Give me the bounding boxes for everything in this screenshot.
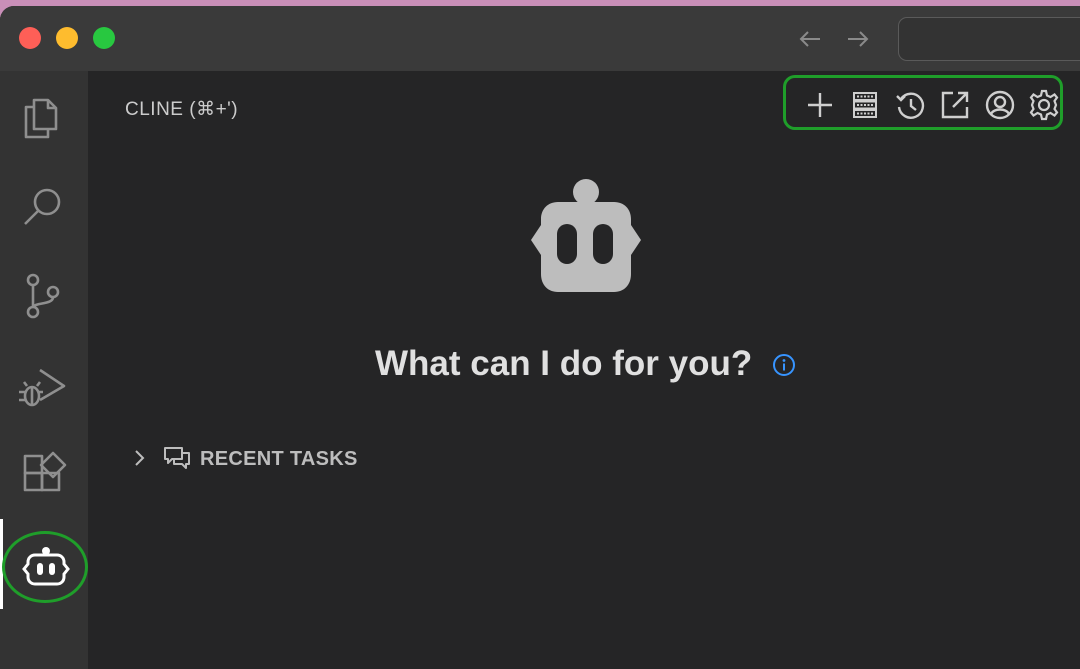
mcp-servers-button[interactable]: [848, 88, 882, 122]
gear-icon: [1029, 89, 1059, 121]
title-bar: [0, 6, 1080, 72]
welcome-headline: What can I do for you?: [375, 344, 753, 383]
plus-icon: [808, 93, 832, 117]
history-icon: [896, 92, 925, 119]
panel-toolbar: [783, 75, 1063, 130]
cline-panel: CLINE (⌘+') What can I do for you? RECEN…: [88, 71, 1080, 669]
new-task-button[interactable]: [803, 88, 837, 122]
forward-arrow-icon[interactable]: [843, 24, 873, 54]
back-arrow-icon[interactable]: [795, 24, 825, 54]
recent-tasks-label: RECENT TASKS: [200, 448, 358, 470]
account-icon: [985, 90, 1015, 120]
cline-activity-item[interactable]: [2, 531, 91, 611]
comment-discussion-icon: [164, 447, 190, 469]
settings-button[interactable]: [1027, 88, 1061, 122]
close-window-button[interactable]: [19, 27, 41, 49]
app-window: CLINE (⌘+') What can I do for you? RECEN…: [0, 6, 1080, 669]
account-button[interactable]: [983, 88, 1017, 122]
history-button[interactable]: [893, 88, 927, 122]
run-debug-icon[interactable]: [16, 358, 70, 412]
zoom-window-button[interactable]: [93, 27, 115, 49]
source-control-icon[interactable]: [16, 269, 70, 323]
search-icon[interactable]: [16, 181, 70, 235]
cline-robot-icon: [531, 179, 641, 292]
minimize-window-button[interactable]: [56, 27, 78, 49]
explorer-icon[interactable]: [16, 91, 70, 145]
activity-bar: [0, 71, 88, 669]
chevron-right-icon: [135, 450, 145, 466]
cline-icon: [22, 547, 70, 586]
extensions-icon[interactable]: [16, 449, 70, 503]
panel-title: CLINE (⌘+'): [125, 99, 239, 120]
command-center-search[interactable]: [898, 17, 1080, 61]
popout-button[interactable]: [938, 88, 972, 122]
popout-icon: [941, 91, 969, 119]
server-icon: [853, 92, 877, 118]
info-icon[interactable]: [771, 352, 797, 378]
